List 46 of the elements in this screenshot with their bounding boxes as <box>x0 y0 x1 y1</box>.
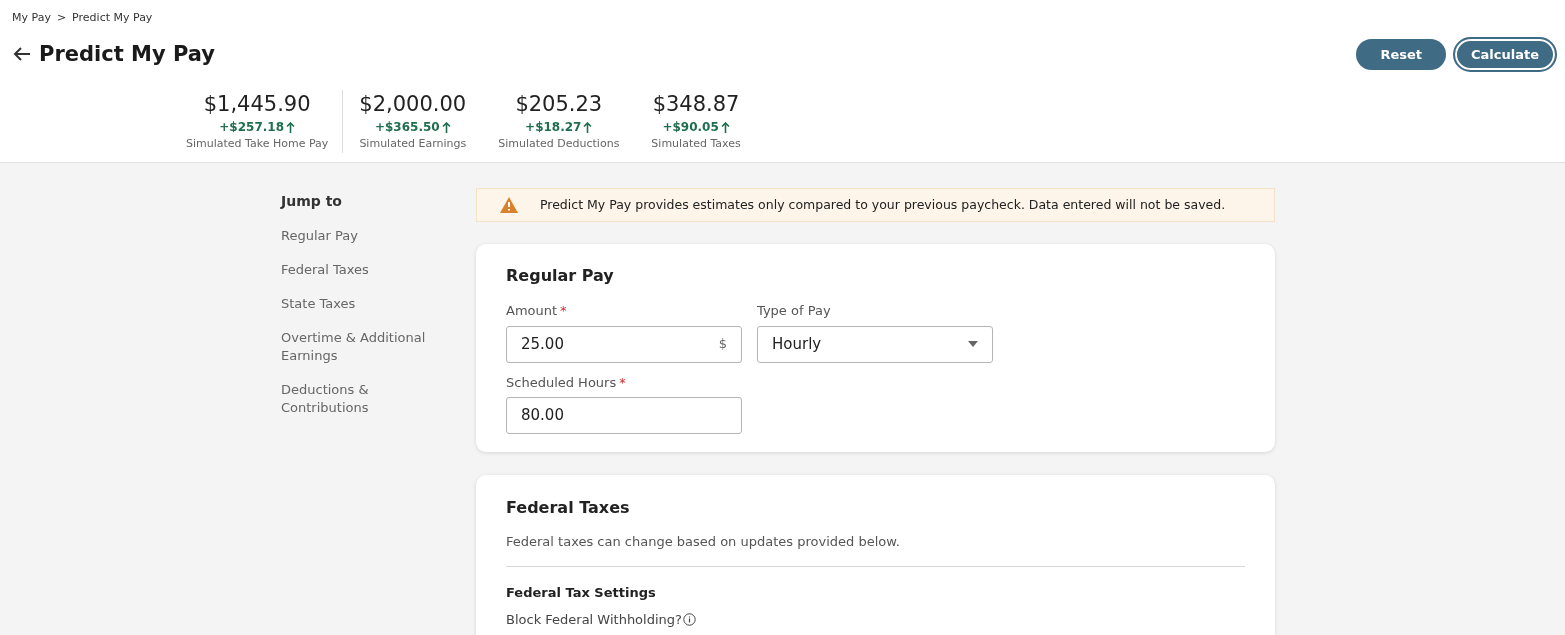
summary-change: +$90.05 <box>662 119 719 136</box>
section-heading: Federal Taxes <box>506 497 631 519</box>
section-heading: Regular Pay <box>506 265 615 287</box>
summary-label: Simulated Take Home Pay <box>186 136 329 152</box>
action-button[interactable]: Reset <box>1356 38 1446 70</box>
warning-icon <box>500 197 518 213</box>
action-button[interactable]: Calculate <box>1455 38 1555 70</box>
jump-to-heading: Jump to <box>281 192 343 211</box>
summary-amount: $1,445.90 <box>203 91 311 118</box>
field-label: Amount <box>506 302 558 320</box>
summary-label: Simulated Deductions <box>498 136 620 152</box>
field-label: Scheduled Hours <box>506 373 617 392</box>
dropdown-caret-icon <box>968 341 978 347</box>
summary-label: Simulated Earnings <box>359 136 467 152</box>
required-asterisk: * <box>619 373 626 392</box>
page-title: Predict My Pay <box>39 40 215 68</box>
subsection-heading: Federal Tax Settings <box>506 583 657 602</box>
summary-change: +$257.18 <box>219 119 285 136</box>
breadcrumb-link[interactable]: Predict My Pay <box>72 10 153 27</box>
question-label: Block Federal Withholding? <box>506 611 682 629</box>
jump-link[interactable]: Overtime & Additional Earnings <box>281 329 431 365</box>
summary-amount: $205.23 <box>515 91 603 118</box>
pay-type-select[interactable]: Hourly <box>757 325 993 363</box>
breadcrumb-link[interactable]: My Pay <box>12 10 51 27</box>
summary-amount: $2,000.00 <box>359 91 467 118</box>
field-label: Type of Pay <box>757 302 831 320</box>
breadcrumb-separator: > <box>56 10 67 26</box>
input-field[interactable]: 80.00 <box>506 397 742 434</box>
section-description: Federal taxes can change based on updates provided below. <box>506 533 901 551</box>
jump-link[interactable]: Federal Taxes <box>281 261 431 279</box>
summary-amount: $348.87 <box>652 91 740 118</box>
up-arrow-icon <box>286 121 296 133</box>
info-icon[interactable] <box>682 613 696 627</box>
summary-change: +$18.27 <box>525 119 582 136</box>
up-arrow-icon <box>720 121 730 133</box>
jump-link[interactable]: Regular Pay <box>281 227 431 245</box>
summary-label: Simulated Taxes <box>651 136 741 152</box>
jump-link[interactable]: Deductions & Contributions <box>281 381 431 417</box>
notice-text: Predict My Pay provides estimates only compared to your previous paycheck. Data entered will not be saved. <box>540 195 1226 214</box>
required-asterisk: * <box>560 302 567 320</box>
up-arrow-icon <box>583 121 593 133</box>
input-field[interactable]: 25.00 $ <box>506 325 742 363</box>
back-arrow-icon[interactable] <box>13 47 31 62</box>
jump-link[interactable]: State Taxes <box>281 295 431 313</box>
summary-change: +$365.50 <box>374 119 440 136</box>
up-arrow-icon <box>441 121 451 133</box>
